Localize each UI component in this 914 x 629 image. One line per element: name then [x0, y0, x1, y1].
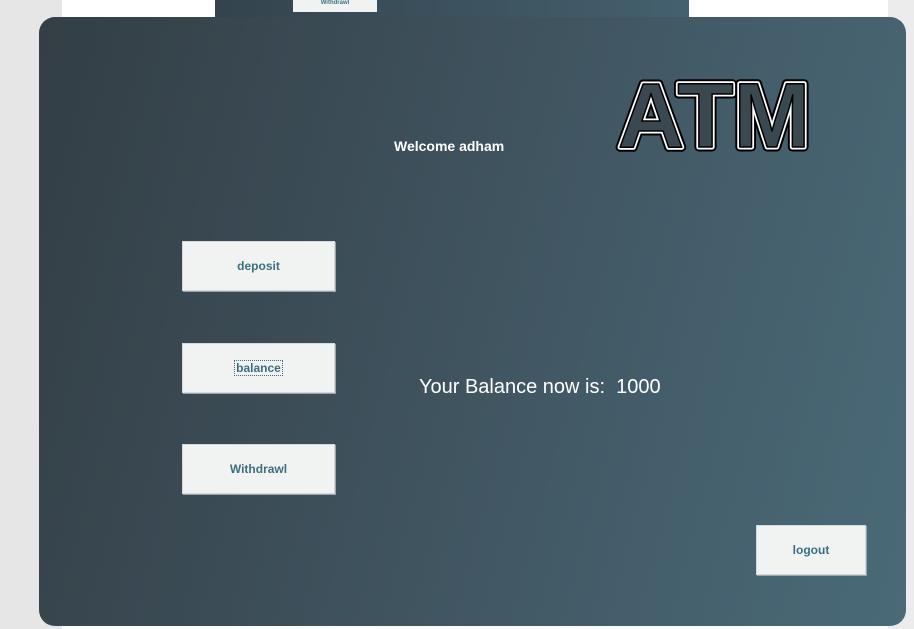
welcome-text: Welcome adham [394, 138, 505, 154]
deposit-button[interactable]: deposit [182, 241, 335, 291]
balance-value: 1000 [616, 376, 661, 398]
atm-panel: ATM ATM ATM Welcome adham deposit balanc… [39, 17, 906, 626]
balance-button[interactable]: balance [182, 343, 335, 393]
logout-button-label: logout [792, 543, 830, 557]
balance-button-label: balance [234, 360, 283, 376]
deposit-button-label: deposit [237, 259, 280, 273]
withdraw-button[interactable]: Withdrawl [182, 444, 335, 494]
background-withdraw-button: Withdrawl [293, 0, 377, 12]
atm-logo-fill: ATM [618, 65, 810, 159]
balance-display: Your Balance now is: 1000 [419, 376, 661, 399]
withdraw-button-label: Withdrawl [229, 462, 288, 476]
background-top-left-panel [62, 0, 208, 18]
atm-logo: ATM ATM ATM [613, 63, 814, 159]
balance-label: Your Balance now is: [419, 376, 606, 398]
logout-button[interactable]: logout [756, 525, 866, 575]
